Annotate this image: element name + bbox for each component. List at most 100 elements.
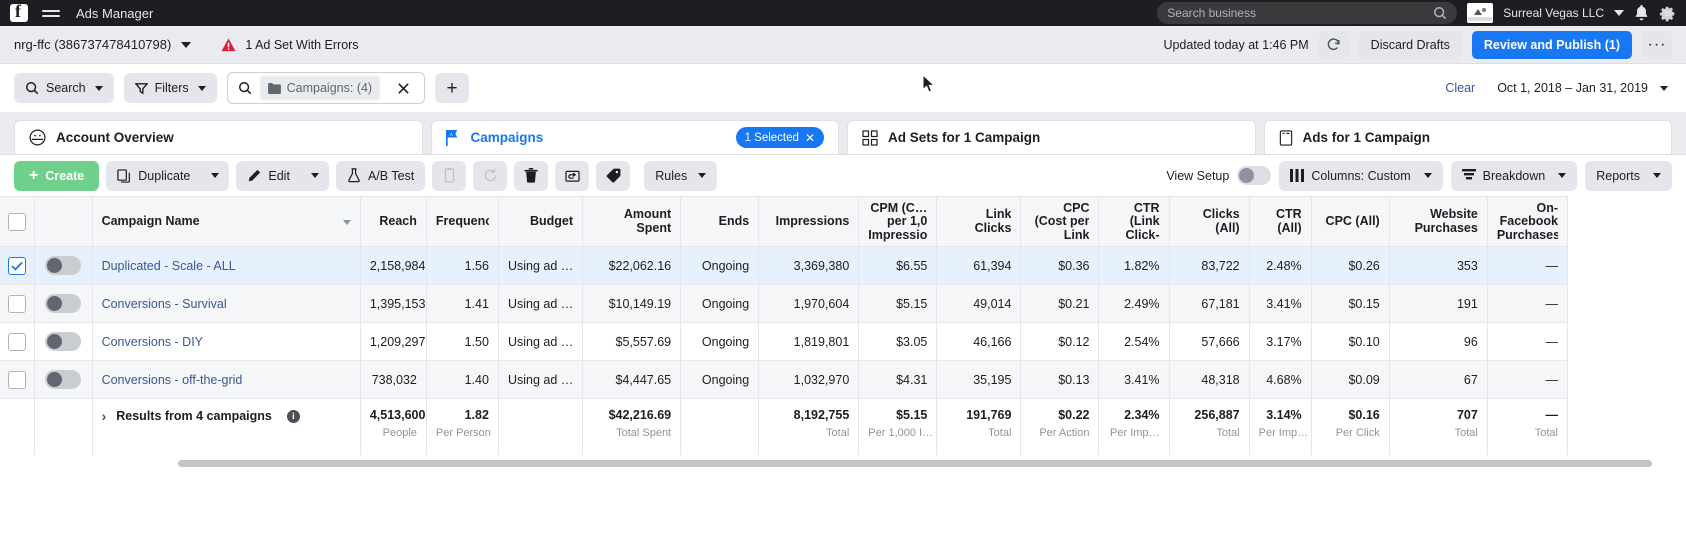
row-select-cell[interactable] — [0, 285, 34, 323]
tag-icon[interactable] — [596, 161, 630, 191]
table-row[interactable]: Duplicated - Scale - ALL 2,158,984 1.56 … — [0, 247, 1568, 285]
sort-chevron-down-icon[interactable] — [343, 220, 351, 225]
edit-dropdown-button[interactable] — [301, 161, 329, 191]
selected-count-badge[interactable]: 1 Selected ✕ — [736, 127, 824, 148]
header-cpm[interactable]: CPM (C… per 1,0 Impressio… — [859, 197, 937, 247]
tab-ad-sets[interactable]: Ad Sets for 1 Campaign — [847, 120, 1256, 154]
columns-button[interactable]: Columns: Custom — [1279, 161, 1442, 191]
header-onfb-purchases[interactable]: On-Facebook Purchases — [1487, 197, 1567, 247]
campaign-name-cell[interactable]: Conversions - off-the-grid — [92, 361, 360, 399]
add-filter-button[interactable]: + — [435, 73, 469, 103]
campaign-name-cell[interactable]: Conversions - Survival — [92, 285, 360, 323]
budget-cell[interactable]: Using ad … — [498, 247, 582, 285]
business-chevron-down-icon[interactable] — [1614, 10, 1624, 16]
header-amount-spent[interactable]: Amount Spent — [583, 197, 681, 247]
more-options-button[interactable]: ··· — [1642, 31, 1672, 59]
info-icon[interactable]: i — [287, 410, 300, 423]
reach-cell: 1,395,153 — [360, 285, 426, 323]
clear-filter-close-icon[interactable] — [388, 82, 418, 95]
date-range-picker[interactable]: Oct 1, 2018 – Jan 31, 2019 — [1497, 81, 1668, 95]
business-search[interactable] — [1157, 2, 1457, 24]
edit-button[interactable]: Edit — [236, 161, 301, 191]
duplicate-button[interactable]: Duplicate — [106, 161, 201, 191]
duplicate-dropdown-button[interactable] — [201, 161, 229, 191]
row-select-cell[interactable] — [0, 323, 34, 361]
search-dropdown-button[interactable]: Search — [14, 73, 114, 103]
scrollbar-thumb[interactable] — [178, 460, 1652, 467]
review-and-publish-button[interactable]: Review and Publish (1) — [1472, 31, 1632, 59]
tab-account-overview[interactable]: Account Overview — [14, 120, 423, 154]
account-selector-label[interactable]: nrg-ffc (386737478410798) — [14, 37, 171, 52]
clear-selection-close-icon[interactable]: ✕ — [805, 132, 815, 144]
filters-dropdown-button[interactable]: Filters — [124, 73, 217, 103]
header-impressions[interactable]: Impressions — [759, 197, 859, 247]
header-budget[interactable]: Budget — [498, 197, 582, 247]
header-website-purchases[interactable]: Website Purchases — [1389, 197, 1487, 247]
trash-icon[interactable] — [514, 161, 548, 191]
ab-test-button[interactable]: A/B Test — [336, 161, 425, 191]
row-select-cell[interactable] — [0, 247, 34, 285]
reports-button[interactable]: Reports — [1585, 161, 1672, 191]
header-cpc-link[interactable]: CPC (Cost per Link — [1021, 197, 1099, 247]
refresh-icon[interactable] — [1319, 31, 1349, 59]
header-ctr-link[interactable]: CTR (Link Click- — [1099, 197, 1169, 247]
export-icon[interactable] — [555, 161, 589, 191]
select-all-checkbox[interactable] — [8, 213, 26, 231]
header-label: CTR (Link Click- — [1108, 202, 1159, 242]
header-frequency[interactable]: Frequenc — [426, 197, 498, 247]
row-status-cell[interactable] — [34, 247, 92, 285]
row-status-cell[interactable] — [34, 323, 92, 361]
totals-frequency-cell: 1.82Per Person — [426, 399, 498, 455]
rules-button[interactable]: Rules — [644, 161, 717, 191]
chevron-right-icon[interactable]: › — [102, 408, 107, 424]
duplicate-label: Duplicate — [138, 169, 190, 183]
campaign-name-cell[interactable]: Duplicated - Scale - ALL — [92, 247, 360, 285]
select-all-header[interactable] — [0, 197, 34, 247]
header-clicks-all[interactable]: Clicks (All) — [1169, 197, 1249, 247]
breakdown-button[interactable]: Breakdown — [1451, 161, 1578, 191]
budget-cell[interactable]: Using ad … — [498, 323, 582, 361]
campaign-filter-chip[interactable]: Campaigns: (4) — [260, 76, 380, 100]
clear-filters-link[interactable]: Clear — [1445, 81, 1475, 95]
filter-search-box[interactable]: Campaigns: (4) — [227, 72, 425, 104]
tab-campaigns[interactable]: A Campaigns 1 Selected ✕ — [431, 120, 840, 154]
header-ctr-all[interactable]: CTR (All) — [1249, 197, 1311, 247]
row-checkbox[interactable] — [8, 333, 26, 351]
tab-label: Campaigns — [471, 130, 544, 145]
campaign-name-cell[interactable]: Conversions - DIY — [92, 323, 360, 361]
campaign-name-link[interactable]: Conversions - DIY — [102, 335, 203, 349]
discard-drafts-button[interactable]: Discard Drafts — [1359, 31, 1462, 59]
row-select-cell[interactable] — [0, 361, 34, 399]
row-status-cell[interactable] — [34, 361, 92, 399]
campaign-name-link[interactable]: Conversions - Survival — [102, 297, 227, 311]
tab-ads[interactable]: Ads for 1 Campaign — [1264, 120, 1673, 154]
header-reach[interactable]: Reach — [360, 197, 426, 247]
row-status-cell[interactable] — [34, 285, 92, 323]
row-checkbox[interactable] — [8, 295, 26, 313]
business-avatar[interactable] — [1467, 3, 1493, 23]
campaign-name-link[interactable]: Duplicated - Scale - ALL — [102, 259, 236, 273]
table-row[interactable]: Conversions - off-the-grid 738,032 1.40 … — [0, 361, 1568, 399]
header-ends[interactable]: Ends — [681, 197, 759, 247]
header-link-clicks[interactable]: Link Clicks — [937, 197, 1021, 247]
row-checkbox[interactable] — [8, 371, 26, 389]
facebook-logo-icon[interactable] — [10, 4, 28, 22]
account-chevron-down-icon[interactable] — [181, 42, 191, 48]
header-cpc-all[interactable]: CPC (All) — [1311, 197, 1389, 247]
budget-cell[interactable]: Using ad … — [498, 285, 582, 323]
settings-gear-icon[interactable] — [1659, 5, 1676, 22]
business-name[interactable]: Surreal Vegas LLC — [1503, 6, 1604, 20]
table-row[interactable]: Conversions - Survival 1,395,153 1.41 Us… — [0, 285, 1568, 323]
create-button[interactable]: + Create — [14, 161, 99, 191]
search-input[interactable] — [1167, 6, 1433, 20]
view-setup-toggle[interactable] — [1237, 166, 1271, 185]
table-row[interactable]: Conversions - DIY 1,209,297 1.50 Using a… — [0, 323, 1568, 361]
row-checkbox[interactable] — [8, 257, 26, 275]
header-campaign-name[interactable]: Campaign Name — [92, 197, 360, 247]
hamburger-menu-icon[interactable] — [42, 7, 60, 20]
campaign-name-link[interactable]: Conversions - off-the-grid — [102, 373, 243, 387]
horizontal-scrollbar[interactable] — [0, 455, 1686, 473]
budget-cell[interactable]: Using ad … — [498, 361, 582, 399]
notifications-bell-icon[interactable] — [1634, 5, 1649, 21]
error-indicator[interactable]: 1 Ad Set With Errors — [221, 38, 358, 52]
